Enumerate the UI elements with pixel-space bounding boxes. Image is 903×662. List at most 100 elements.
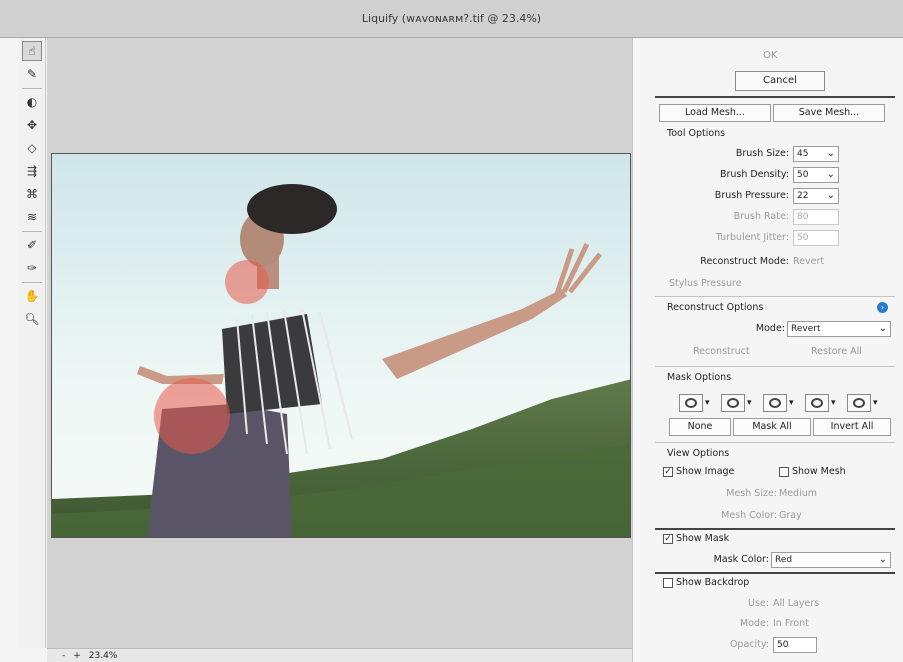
turbulent-jitter-field[interactable]: 50 [793,230,839,246]
reconstruct-tool-icon[interactable]: ✎ [22,64,42,84]
zoom-in-button[interactable]: + [73,651,81,661]
divider [655,528,895,530]
show-mesh-checkbox[interactable] [779,467,789,477]
brush-density-value: 50 [797,170,809,180]
divider [655,442,895,443]
chevron-down-icon: ▾ [747,398,752,408]
tool-divider [22,282,42,283]
divider [655,366,895,367]
stylus-pressure-checkbox[interactable]: Stylus Pressure [669,278,742,289]
mesh-color-value[interactable]: Gray [779,510,802,521]
show-mask-label: Show Mask [676,533,730,544]
mesh-size-value[interactable]: Medium [779,488,817,499]
show-mesh-label: Show Mesh [792,466,846,477]
preview-canvas[interactable] [47,38,632,648]
chevron-down-icon: ⌄ [826,148,835,159]
backdrop-mode-value[interactable]: In Front [773,618,809,629]
hand-tool-icon[interactable]: ✋ [22,286,42,306]
brush-rate-label: Brush Rate: [733,211,789,222]
zoom-level[interactable]: 23.4% [89,651,118,661]
pucker-tool-icon[interactable]: ✥ [22,115,42,135]
brush-size-label: Brush Size: [735,148,789,159]
mask-all-button[interactable]: Mask All [733,418,811,436]
reconstruct-mode-label: Reconstruct Mode: [700,256,789,267]
show-mask-checkbox[interactable]: ✓ [663,534,673,544]
photo-illustration [52,154,630,537]
mesh-size-label: Mesh Size: [726,488,777,499]
chevron-down-icon: ▾ [705,398,710,408]
tools-panel: ☝ ✎ ◐ ✥ ◇ ⇶ ⌘ ≋ ✐ ✑ ✋ 🔍︎ [18,38,46,648]
brush-size-value: 45 [797,149,809,159]
load-mesh-button[interactable]: Load Mesh... [659,104,771,122]
mask-color-value: Red [775,555,793,565]
invert-all-button[interactable]: Invert All [813,418,891,436]
zoom-tool-icon[interactable]: 🔍︎ [22,309,42,329]
chevron-down-icon: ⌄ [826,190,835,201]
brush-density-field[interactable]: 50 ⌄ [793,167,839,183]
chevron-down-icon: ▾ [789,398,794,408]
bloat-tool-icon[interactable]: ◇ [22,138,42,158]
restore-all-button[interactable]: Restore All [811,346,862,357]
mode-label: Mode: [755,323,785,334]
divider [655,96,895,98]
invert-selection-icon[interactable] [847,394,871,412]
opacity-field[interactable]: 50 [773,637,817,653]
zoom-bar: - + 23.4% [47,648,632,662]
chevron-down-icon: ▾ [873,398,878,408]
tool-divider [22,231,42,232]
ok-button[interactable]: OK [763,50,777,61]
turbulence-tool-icon[interactable]: ≋ [22,207,42,227]
mirror-tool-icon[interactable]: ⌘ [22,184,42,204]
show-image-checkbox[interactable]: ✓ [663,467,673,477]
divider [655,572,895,574]
reconstruct-button[interactable]: Reconstruct [693,346,750,357]
show-backdrop-checkbox[interactable] [663,578,673,588]
reconstruct-mode-select-value: Revert [791,324,821,334]
show-image-label: Show Image [676,466,735,477]
brush-pressure-field[interactable]: 22 ⌄ [793,188,839,204]
freeze-mask-tool-icon[interactable]: ✐ [22,235,42,255]
chevron-down-icon: ▾ [831,398,836,408]
opacity-label: Opacity: [729,639,769,650]
reconstruct-mode-value[interactable]: Revert [793,256,824,267]
mask-options-heading: Mask Options [667,372,732,383]
subtract-from-selection-icon[interactable] [763,394,787,412]
options-panel: OK Cancel Load Mesh... Save Mesh... Tool… [632,38,903,662]
chevron-down-icon: ⌄ [878,554,887,565]
cancel-button[interactable]: Cancel [735,71,825,91]
info-icon[interactable]: › [877,302,888,313]
reconstruct-options-heading: Reconstruct Options [667,302,764,313]
tool-divider [22,88,42,89]
view-options-heading: View Options [667,448,730,459]
zoom-out-button[interactable]: - [62,651,65,661]
tool-options-heading: Tool Options [667,128,726,139]
replace-selection-icon[interactable] [679,394,703,412]
forward-warp-tool-icon[interactable]: ☝ [22,41,42,61]
use-value[interactable]: All Layers [773,598,819,609]
turbulent-jitter-label: Turbulent Jitter: [715,232,789,243]
intersect-selection-icon[interactable] [805,394,829,412]
save-mesh-button[interactable]: Save Mesh... [773,104,885,122]
brush-pressure-value: 22 [797,191,809,201]
brush-size-field[interactable]: 45 ⌄ [793,146,839,162]
use-label: Use: [748,598,769,609]
push-left-tool-icon[interactable]: ⇶ [22,161,42,181]
mesh-color-label: Mesh Color: [721,510,777,521]
window-title: Liquify (ᴡᴀᴠᴏɴᴀʀᴍ?.tif @ 23.4%) [0,0,903,38]
twirl-tool-icon[interactable]: ◐ [22,92,42,112]
reconstruct-mode-select[interactable]: Revert ⌄ [787,321,891,337]
show-backdrop-label: Show Backdrop [676,577,750,588]
brush-density-label: Brush Density: [719,169,789,180]
chevron-down-icon: ⌄ [878,323,887,334]
preview-image[interactable] [51,153,631,538]
mask-none-button[interactable]: None [669,418,731,436]
mask-color-label: Mask Color: [713,554,769,565]
divider [655,296,895,297]
add-to-selection-icon[interactable] [721,394,745,412]
chevron-down-icon: ⌄ [826,169,835,180]
brush-rate-field[interactable]: 80 [793,209,839,225]
thaw-mask-tool-icon[interactable]: ✑ [22,258,42,278]
backdrop-mode-label: Mode: [739,618,769,629]
mask-color-select[interactable]: Red ⌄ [771,552,891,568]
brush-pressure-label: Brush Pressure: [714,190,789,201]
